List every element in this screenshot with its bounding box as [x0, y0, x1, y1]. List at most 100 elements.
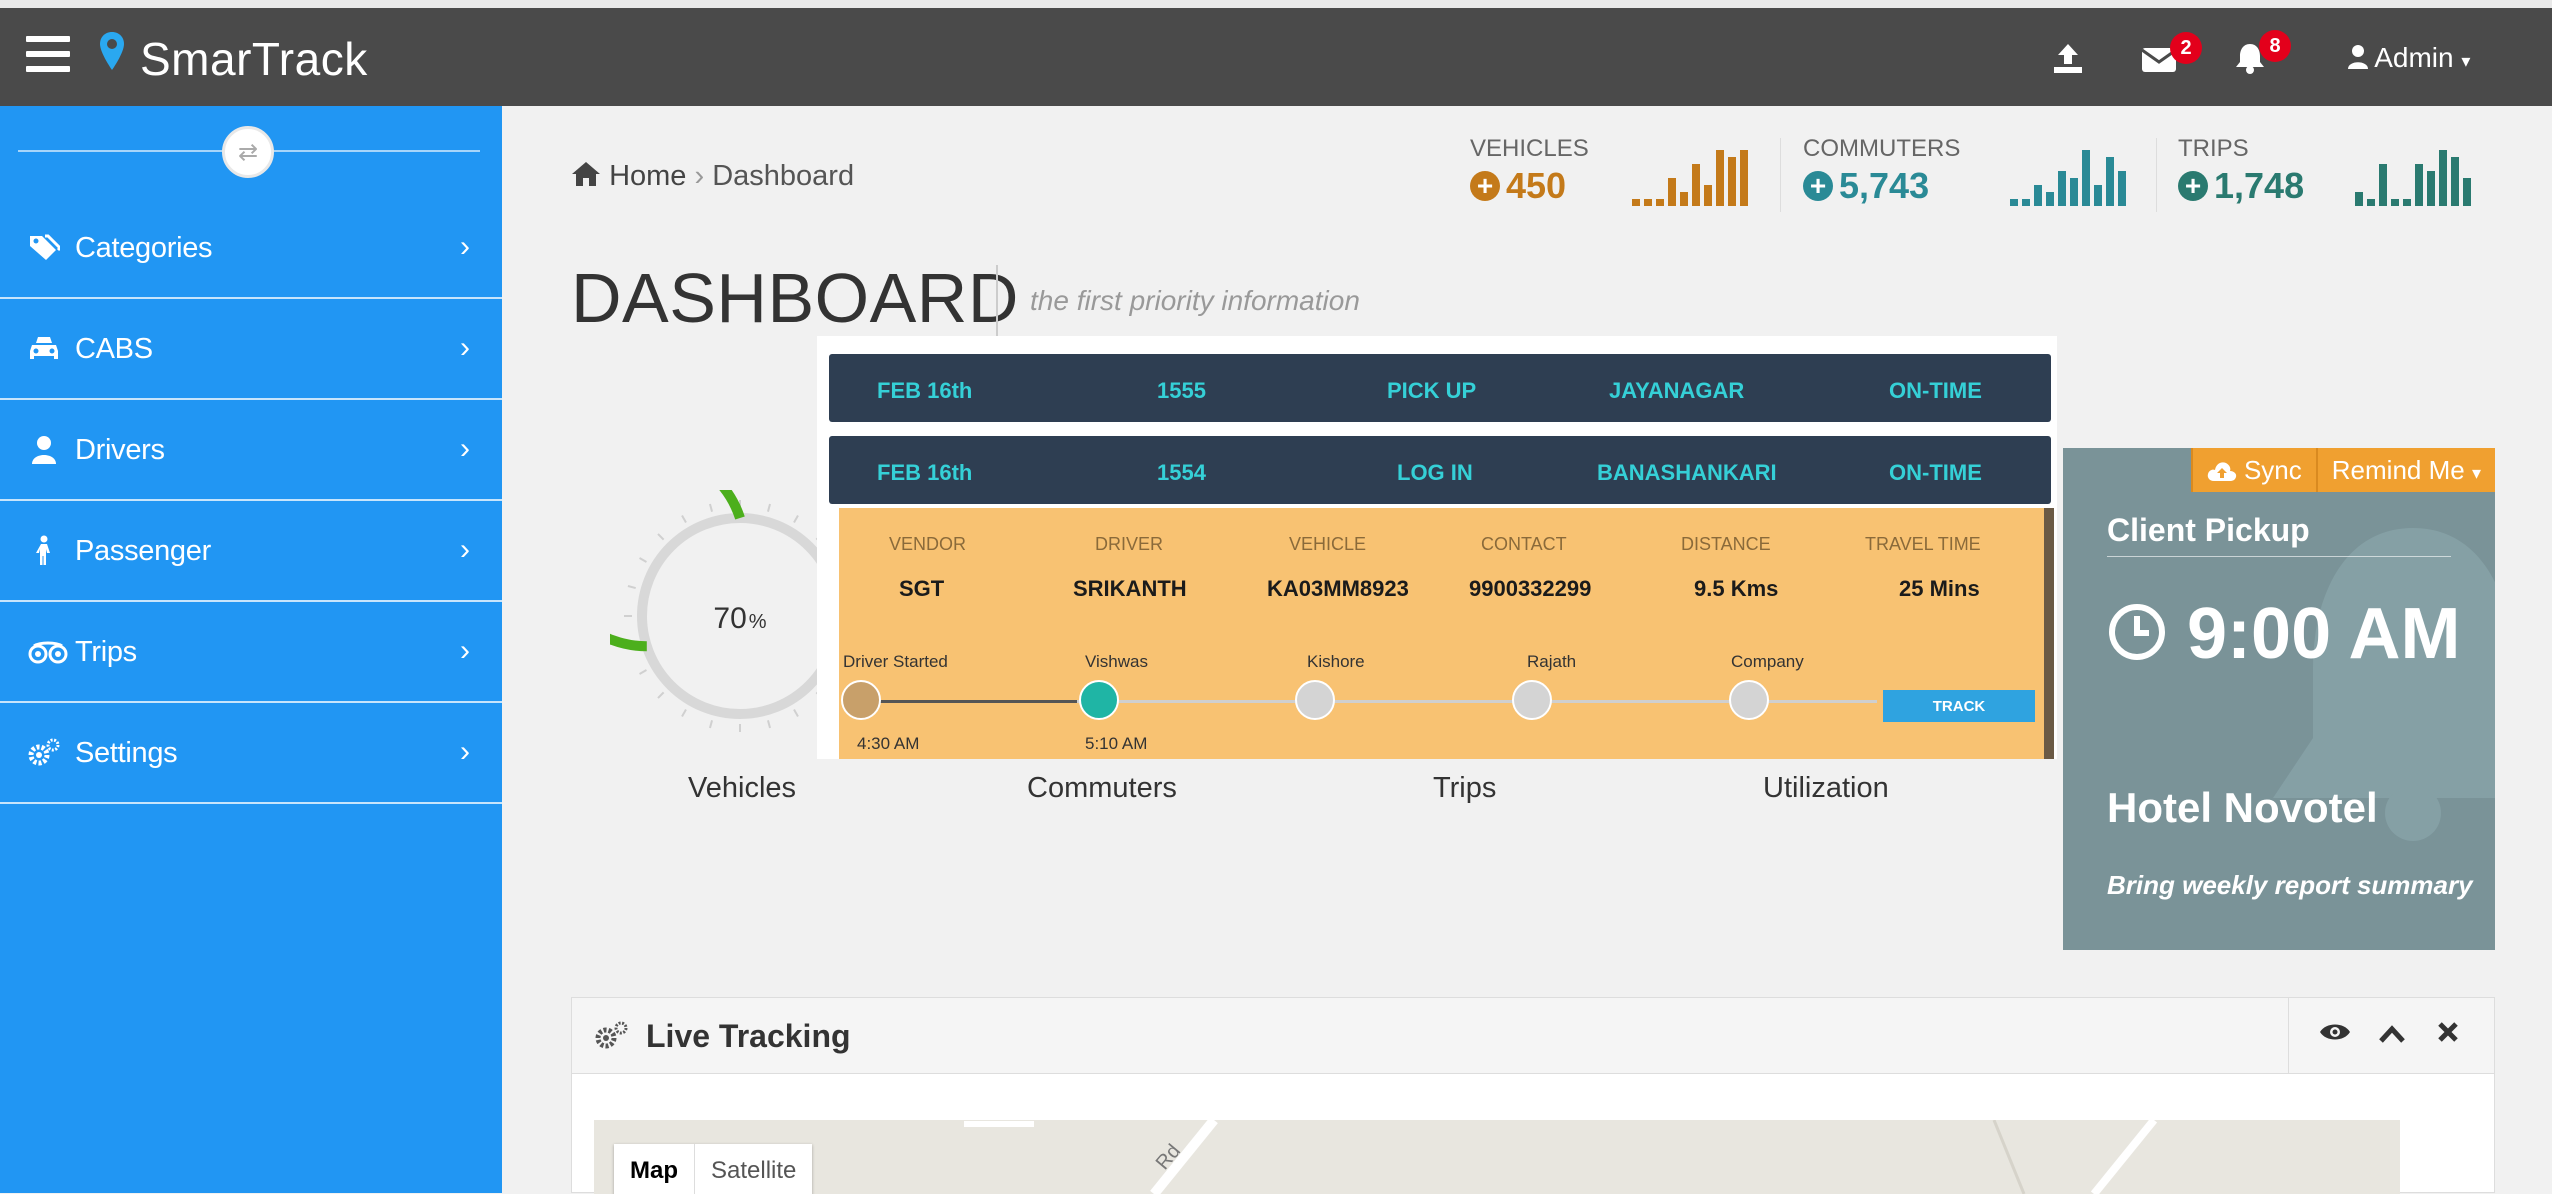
chevron-up-icon[interactable] [2379, 1018, 2405, 1050]
sparkline-bar [2010, 199, 2018, 206]
gauge-tick [639, 557, 647, 563]
app-brand[interactable]: SmarTrack [140, 32, 368, 86]
chevron-right-icon: › [460, 735, 470, 768]
detail-header: TRAVEL TIME [1865, 534, 1981, 554]
sidebar-item-trips[interactable]: Trips › [0, 602, 502, 703]
eye-icon[interactable] [2319, 1018, 2351, 1050]
gauge-tick [793, 515, 799, 523]
gauge-tick [681, 515, 687, 523]
trip-status: ON-TIME [1889, 460, 1982, 485]
messages-button[interactable]: 2 [2141, 32, 2202, 83]
sidebar-item-drivers[interactable]: Drivers › [0, 400, 502, 501]
sparkline-bar [2427, 171, 2435, 206]
trip-row[interactable]: FEB 16th 1554 LOG IN BANASHANKARI ON-TIM… [829, 436, 2051, 504]
commuters-sparkline [2010, 150, 2126, 206]
walking-person-icon [36, 535, 50, 565]
step-name: Driver Started [843, 652, 948, 671]
gauge-value: 70% [713, 602, 766, 635]
close-icon[interactable] [2437, 1018, 2459, 1050]
gauge-label-trips: Trips [1433, 772, 1497, 804]
vehicles-sparkline [1632, 150, 1748, 206]
sparkline-bar [2070, 178, 2078, 206]
detail-value: 9900332299 [1469, 576, 1592, 601]
cloud-upload-icon [2207, 462, 2236, 481]
stat-vehicles: VEHICLES +450 [1470, 135, 1589, 207]
detail-header: VEHICLE [1289, 534, 1367, 554]
trip-status: ON-TIME [1889, 378, 1982, 403]
gauge-tick [709, 503, 714, 512]
pickup-note: Bring weekly report summary [2107, 870, 2473, 900]
swap-icon: ⇄ [237, 138, 259, 166]
notifications-badge: 8 [2259, 30, 2291, 62]
stat-label: VEHICLES [1470, 135, 1589, 162]
stat-label: COMMUTERS [1803, 135, 1961, 162]
chevron-right-icon: › [460, 634, 470, 667]
sparkline-bar [1692, 164, 1700, 206]
panel-edge [2044, 508, 2054, 759]
step-name: Kishore [1307, 652, 1365, 671]
map-type-satellite-button[interactable]: Satellite [694, 1144, 812, 1194]
upload-icon[interactable] [2052, 44, 2084, 74]
sparkline-bar [2094, 185, 2102, 206]
map-type-control: Map Satellite [614, 1144, 813, 1194]
sparkline-bar [2379, 164, 2387, 206]
gauge-tick [627, 585, 636, 590]
pickup-time-text: 9:00 AM [2187, 594, 2461, 674]
remind-me-dropdown[interactable]: Remind Me ▾ [2315, 448, 2495, 492]
trip-row[interactable]: FEB 16th 1555 PICK UP JAYANAGAR ON-TIME [829, 354, 2051, 422]
sparkline-bar [2403, 199, 2411, 206]
sync-button[interactable]: Sync [2190, 448, 2316, 492]
gauge-tick [793, 709, 799, 717]
sidebar-item-cabs[interactable]: CABS › [0, 299, 502, 400]
sparkline-bar [2034, 185, 2042, 206]
menu-icon[interactable] [26, 36, 70, 76]
gauge-tick [639, 669, 647, 675]
tags-icon [30, 234, 60, 260]
sync-label: Sync [2243, 455, 2302, 485]
remind-label: Remind Me [2331, 455, 2465, 485]
trip-type: LOG IN [1397, 460, 1473, 485]
binoculars-icon [28, 641, 68, 664]
sparkline-bar [1716, 150, 1724, 206]
step-dot [1079, 680, 1119, 720]
notifications-button[interactable]: 8 [2235, 30, 2291, 83]
sparkline-bar [1704, 185, 1712, 206]
sidebar-item-categories[interactable]: Categories › [0, 198, 502, 299]
sidebar-item-label: CABS [75, 333, 153, 365]
plus-circle-icon: + [1803, 171, 1833, 201]
sparkline-bar [2082, 150, 2090, 206]
sidebar-item-settings[interactable]: Settings › [0, 703, 502, 804]
detail-value: 25 Mins [1899, 576, 1980, 601]
sparkline-bar [1740, 150, 1748, 206]
gears-icon [28, 738, 60, 766]
client-pickup-panel: Sync Remind Me ▾ Client Pickup 9:00 AM H… [2063, 448, 2495, 950]
plus-circle-icon: + [1470, 171, 1500, 201]
live-tracking-title: Live Tracking [646, 1018, 851, 1054]
map-roads [964, 1120, 2158, 1194]
sidebar-toggle-button[interactable]: ⇄ [222, 126, 274, 178]
step-time: 4:30 AM [857, 734, 920, 753]
breadcrumb-home-link[interactable]: Home [609, 160, 686, 192]
trip-detail-panel: VENDOR DRIVER VEHICLE CONTACT DISTANCE T… [839, 508, 2054, 759]
user-menu[interactable]: Admin ▾ [2348, 42, 2470, 74]
trip-date: FEB 16th [877, 460, 973, 485]
sidebar-item-passenger[interactable]: Passenger › [0, 501, 502, 602]
clock-icon [2109, 604, 2165, 660]
sparkline-bar [2355, 192, 2363, 206]
map-type-map-button[interactable]: Map [614, 1144, 694, 1194]
location-pin-icon [100, 32, 124, 70]
trip-place: JAYANAGAR [1609, 378, 1745, 403]
pickup-location: Hotel Novotel [2107, 784, 2378, 831]
live-map[interactable]: Rd Map Satellite [594, 1120, 2400, 1194]
stat-value: 5,743 [1839, 165, 1930, 206]
breadcrumb-current: Dashboard [712, 160, 855, 192]
step-time: 5:10 AM [1085, 734, 1148, 753]
track-button[interactable]: TRACK [1883, 690, 2035, 722]
sparkline-bar [1656, 199, 1664, 206]
sidebar-item-label: Drivers [75, 434, 165, 466]
trip-id: 1554 [1157, 460, 1206, 485]
gauge-label-commuters: Commuters [1027, 772, 1177, 804]
pickup-time: 9:00 AM [2107, 584, 2467, 684]
step-dot [1512, 680, 1552, 720]
pickup-divider [2107, 556, 2451, 557]
